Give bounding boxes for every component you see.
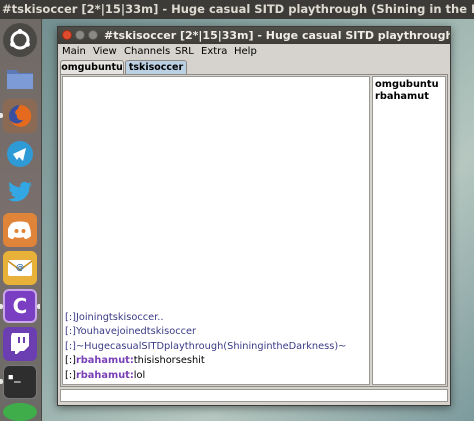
channel-content: [:]Joiningtskisoccer.. [:]Youhavejoinedt… — [60, 74, 448, 387]
chat-prefix: [:] — [65, 326, 76, 338]
tab-tskisoccer[interactable]: tskisoccer — [125, 60, 187, 74]
chat-line: [:]Youhavejoinedtskisoccer — [65, 325, 367, 339]
terminal-icon[interactable]: ▪_ — [3, 365, 37, 399]
window-title-bar[interactable]: #tskisoccer [2*|15|33m] - Huge casual SI… — [58, 27, 450, 44]
discord-icon[interactable] — [3, 213, 37, 247]
chat-nick[interactable]: rbahamut: — [76, 355, 134, 366]
mail-icon[interactable]: @ — [3, 251, 37, 285]
firefox-icon[interactable] — [3, 99, 37, 133]
chat-lines: [:]Joiningtskisoccer.. [:]Youhavejoinedt… — [65, 311, 367, 383]
twitch-icon[interactable] — [3, 327, 37, 361]
maximize-icon[interactable] — [88, 30, 98, 40]
user-list: omgubuntu rbahamut — [372, 76, 446, 385]
chat-line: [:]rbahamut:thisishorseshit — [65, 354, 367, 368]
ubuntu-logo-icon[interactable] — [3, 23, 37, 57]
minimize-icon[interactable] — [75, 30, 85, 40]
chatty-icon[interactable]: C — [3, 289, 37, 323]
chat-pane[interactable]: [:]Joiningtskisoccer.. [:]Youhavejoinedt… — [62, 76, 370, 385]
green-app-icon[interactable] — [3, 403, 37, 421]
chatty-focus-indicator — [37, 304, 40, 309]
chat-text: ~HugecasualSITDplaythrough(ShiningintheD… — [75, 340, 347, 352]
svg-text:@: @ — [16, 263, 24, 272]
chat-prefix: [:] — [65, 369, 76, 381]
chat-nick[interactable]: rbahamut: — [76, 370, 134, 381]
menu-channels[interactable]: Channels — [124, 44, 170, 59]
chat-line: [:]~HugecasualSITDplaythrough(Shiningint… — [65, 340, 367, 354]
menu-main[interactable]: Main — [62, 44, 86, 59]
menu-extra[interactable]: Extra — [201, 44, 227, 59]
chat-text: Joiningtskisoccer.. — [75, 312, 164, 324]
chat-text: lol — [133, 369, 146, 381]
close-icon[interactable] — [62, 30, 72, 40]
twitter-icon[interactable] — [3, 175, 37, 209]
window-title: #tskisoccer [2*|15|33m] - Huge casual SI… — [104, 29, 450, 42]
channel-tabs: omgubuntu tskisoccer — [60, 60, 450, 74]
tab-omgubuntu[interactable]: omgubuntu — [60, 60, 124, 74]
chat-text: thisishorseshit — [133, 355, 205, 367]
user-list-item[interactable]: rbahamut — [375, 91, 445, 103]
chat-prefix: [:] — [65, 355, 76, 367]
chat-line: [:]Joiningtskisoccer.. — [65, 311, 367, 325]
folder-icon[interactable] — [3, 61, 37, 95]
chatty-window: #tskisoccer [2*|15|33m] - Huge casual SI… — [57, 26, 451, 406]
menu-help[interactable]: Help — [234, 44, 257, 59]
menu-srl[interactable]: SRL — [175, 44, 194, 59]
telegram-icon[interactable] — [3, 137, 37, 171]
chat-prefix: [:] — [65, 340, 76, 352]
message-input[interactable] — [60, 389, 448, 402]
chat-line: [:]rbahamut:lol — [65, 369, 367, 383]
system-title-bar: #tskisoccer [2*|15|33m] - Huge casual SI… — [0, 0, 474, 19]
menu-bar: Main View Channels SRL Extra Help — [58, 44, 450, 59]
chat-prefix: [:] — [65, 312, 76, 324]
user-list-item[interactable]: omgubuntu — [375, 79, 445, 91]
menu-view[interactable]: View — [93, 44, 117, 59]
chat-text: Youhavejoinedtskisoccer — [75, 326, 197, 338]
launcher: @ C ▪_ — [0, 19, 42, 421]
system-title-text: #tskisoccer [2*|15|33m] - Huge casual SI… — [2, 2, 474, 16]
